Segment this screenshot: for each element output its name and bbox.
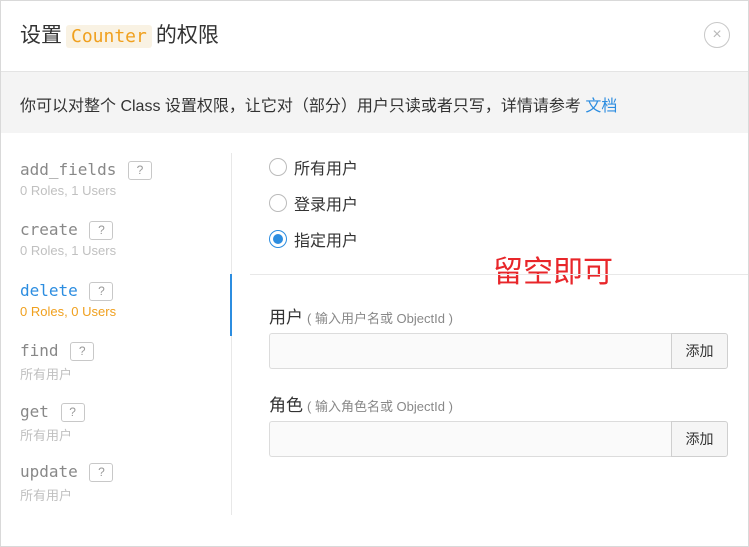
users-field-label: 用户 ( 输入用户名或 ObjectId ) (269, 303, 453, 328)
help-icon[interactable]: ? (89, 282, 114, 301)
permission-item-update[interactable]: update ? 所有用户 (20, 462, 114, 504)
roles-field-label: 角色 ( 输入角色名或 ObjectId ) (269, 391, 453, 416)
radio-label: 所有用户 (294, 161, 359, 178)
permission-item-create[interactable]: create ? 0 Roles, 1 Users (20, 220, 116, 258)
roles-hint: ( 输入角色名或 ObjectId ) (307, 399, 453, 414)
info-text: 你可以对整个 Class 设置权限，让它对（部分）用户只读或者只写，详情请参考 … (20, 92, 617, 116)
help-icon[interactable]: ? (127, 161, 152, 180)
class-name-badge: Counter (66, 25, 152, 48)
permission-item-add-fields[interactable]: add_fields ? 0 Roles, 1 Users (20, 160, 152, 198)
dialog-header: 设置 Counter 的权限 × (1, 1, 748, 71)
info-description: 你可以对整个 Class 设置权限，让它对（部分）用户只读或者只写，详情请参考 (20, 98, 581, 115)
permission-item-get[interactable]: get ? 所有用户 (20, 402, 85, 444)
users-input[interactable] (269, 333, 672, 369)
title-prefix: 设置 (20, 24, 62, 47)
add-user-button[interactable]: 添加 (671, 333, 728, 369)
radio-all-users[interactable]: 所有用户 (269, 155, 358, 179)
help-icon[interactable]: ? (60, 403, 85, 422)
permission-summary: 0 Roles, 1 Users (20, 183, 117, 198)
info-bar: 你可以对整个 Class 设置权限，让它对（部分）用户只读或者只写，详情请参考 … (1, 71, 748, 133)
permissions-dialog: 设置 Counter 的权限 × 你可以对整个 Class 设置权限，让它对（部分）… (0, 0, 749, 547)
active-indicator (230, 274, 232, 336)
radio-button[interactable] (269, 158, 287, 176)
permission-item-title: create ? (20, 220, 116, 240)
help-icon[interactable]: ? (89, 221, 114, 240)
annotation-text: 留空即可 (493, 256, 613, 289)
permission-item-title: find ? (20, 341, 95, 361)
close-icon[interactable]: × (704, 22, 730, 48)
permission-summary: 0 Roles, 0 Users (20, 304, 117, 319)
permission-summary: 0 Roles, 1 Users (20, 243, 117, 258)
title-suffix: 的权限 (155, 24, 219, 47)
permission-item-title: get ? (20, 402, 85, 422)
add-role-button[interactable]: 添加 (671, 421, 728, 457)
permission-name: update (20, 462, 78, 481)
permission-item-title: add_fields ? (20, 160, 152, 180)
permission-summary: 所有用户 (20, 488, 73, 503)
radio-specified-users[interactable]: 指定用户 (269, 227, 358, 251)
permission-item-find[interactable]: find ? 所有用户 (20, 341, 95, 383)
dialog-title: 设置 Counter 的权限 (20, 21, 219, 52)
radio-logged-in-users[interactable]: 登录用户 (269, 191, 358, 215)
users-label: 用户 (269, 308, 303, 327)
roles-label: 角色 (269, 396, 303, 415)
permission-item-title: delete ? (20, 281, 116, 301)
permission-name: delete (20, 281, 78, 300)
radio-button-checked[interactable] (269, 230, 287, 248)
permission-item-delete[interactable]: delete ? 0 Roles, 0 Users (20, 281, 116, 319)
divider (250, 274, 748, 275)
permission-summary: 所有用户 (20, 428, 73, 443)
docs-link[interactable]: 文档 (585, 98, 617, 115)
permission-item-title: update ? (20, 462, 114, 482)
help-icon[interactable]: ? (70, 342, 95, 361)
permission-name: add_fields (20, 160, 117, 179)
users-hint: ( 输入用户名或 ObjectId ) (307, 311, 453, 326)
permission-sidebar: add_fields ? 0 Roles, 1 Users create ? 0… (1, 153, 232, 515)
radio-label: 指定用户 (294, 233, 359, 250)
permission-name: get (20, 402, 49, 421)
roles-input[interactable] (269, 421, 672, 457)
radio-label: 登录用户 (294, 197, 359, 214)
permission-summary: 所有用户 (20, 367, 73, 382)
permission-name: create (20, 220, 78, 239)
radio-button[interactable] (269, 194, 287, 212)
permission-name: find (20, 341, 59, 360)
help-icon[interactable]: ? (89, 463, 114, 482)
